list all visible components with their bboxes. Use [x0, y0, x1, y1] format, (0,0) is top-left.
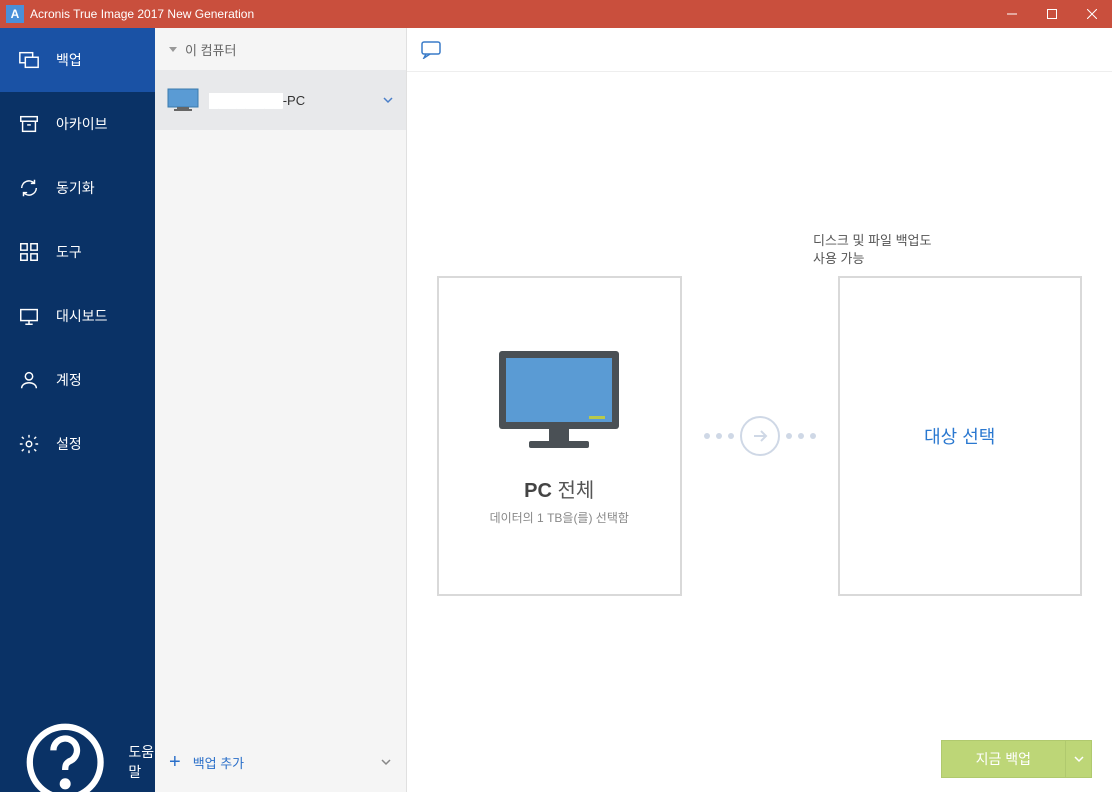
sidebar-item-backup[interactable]: 백업 — [0, 28, 155, 92]
backup-icon — [18, 49, 40, 71]
sidebar-item-account[interactable]: 계정 — [0, 348, 155, 412]
sidebar-item-dashboard[interactable]: 대시보드 — [0, 284, 155, 348]
sidebar-item-sync[interactable]: 동기화 — [0, 156, 155, 220]
sidebar-label: 설정 — [56, 434, 82, 454]
archive-icon — [18, 113, 40, 135]
sidebar-label: 백업 — [56, 50, 82, 70]
sidebar: 백업 아카이브 동기화 도구 대시보드 계정 — [0, 28, 155, 792]
chevron-down-icon[interactable] — [380, 756, 392, 768]
tools-icon — [18, 241, 40, 263]
plus-icon: + — [169, 751, 181, 774]
app-logo: A — [6, 5, 24, 23]
sidebar-label: 동기화 — [56, 178, 95, 198]
help-icon — [18, 715, 112, 809]
backup-list-panel: 이 컴퓨터 ████████-PC + 백업 추가 — [155, 28, 407, 792]
sidebar-item-settings[interactable]: 설정 — [0, 412, 155, 476]
panel-header[interactable]: 이 컴퓨터 — [155, 28, 406, 70]
maximize-icon — [1047, 9, 1057, 19]
sidebar-label: 아카이브 — [56, 114, 108, 134]
backup-list-item[interactable]: ████████-PC — [155, 70, 406, 130]
source-title: PC 전체 — [524, 474, 594, 503]
sync-icon — [18, 177, 40, 199]
content-area: 디스크 및 파일 백업도 사용 가능 PC 전체 데이터의 1 TB을(를) 선… — [407, 28, 1112, 792]
close-icon — [1087, 9, 1097, 19]
sidebar-label: 도구 — [56, 242, 82, 262]
backup-destination-card[interactable]: 대상 선택 — [838, 276, 1083, 596]
gear-icon — [18, 433, 40, 455]
account-icon — [18, 369, 40, 391]
titlebar: A Acronis True Image 2017 New Generation — [0, 0, 1112, 28]
sidebar-label: 도움말 — [128, 742, 155, 782]
minimize-button[interactable] — [992, 0, 1032, 28]
monitor-icon — [167, 88, 199, 112]
sidebar-item-archive[interactable]: 아카이브 — [0, 92, 155, 156]
sidebar-item-help[interactable]: 도움말 — [0, 732, 155, 792]
maximize-button[interactable] — [1032, 0, 1072, 28]
backup-item-name: ████████-PC — [209, 93, 372, 108]
sidebar-label: 대시보드 — [56, 306, 108, 326]
window-title: Acronis True Image 2017 New Generation — [30, 7, 992, 21]
backup-now-button[interactable]: 지금 백업 — [941, 740, 1066, 778]
pc-monitor-icon — [489, 346, 629, 456]
destination-label: 대상 선택 — [924, 423, 995, 449]
hint-text: 디스크 및 파일 백업도 사용 가능 — [813, 232, 953, 268]
add-backup-button[interactable]: 백업 추가 — [193, 753, 368, 772]
panel-header-label: 이 컴퓨터 — [185, 40, 236, 59]
backup-source-card[interactable]: PC 전체 데이터의 1 TB을(를) 선택함 — [437, 276, 682, 596]
close-button[interactable] — [1072, 0, 1112, 28]
dashboard-icon — [18, 305, 40, 327]
comment-icon[interactable] — [421, 41, 441, 59]
flow-indicator — [704, 416, 816, 456]
minimize-icon — [1007, 9, 1017, 19]
sidebar-item-tools[interactable]: 도구 — [0, 220, 155, 284]
source-subtitle: 데이터의 1 TB을(를) 선택함 — [490, 509, 629, 526]
arrow-circle-icon — [740, 416, 780, 456]
content-topbar — [407, 28, 1112, 72]
backup-now-dropdown[interactable] — [1066, 740, 1092, 778]
chevron-down-icon — [1074, 754, 1084, 764]
sidebar-label: 계정 — [56, 370, 82, 390]
chevron-down-icon[interactable] — [382, 94, 394, 106]
action-bar: 지금 백업 — [941, 740, 1092, 778]
triangle-down-icon — [169, 45, 177, 53]
